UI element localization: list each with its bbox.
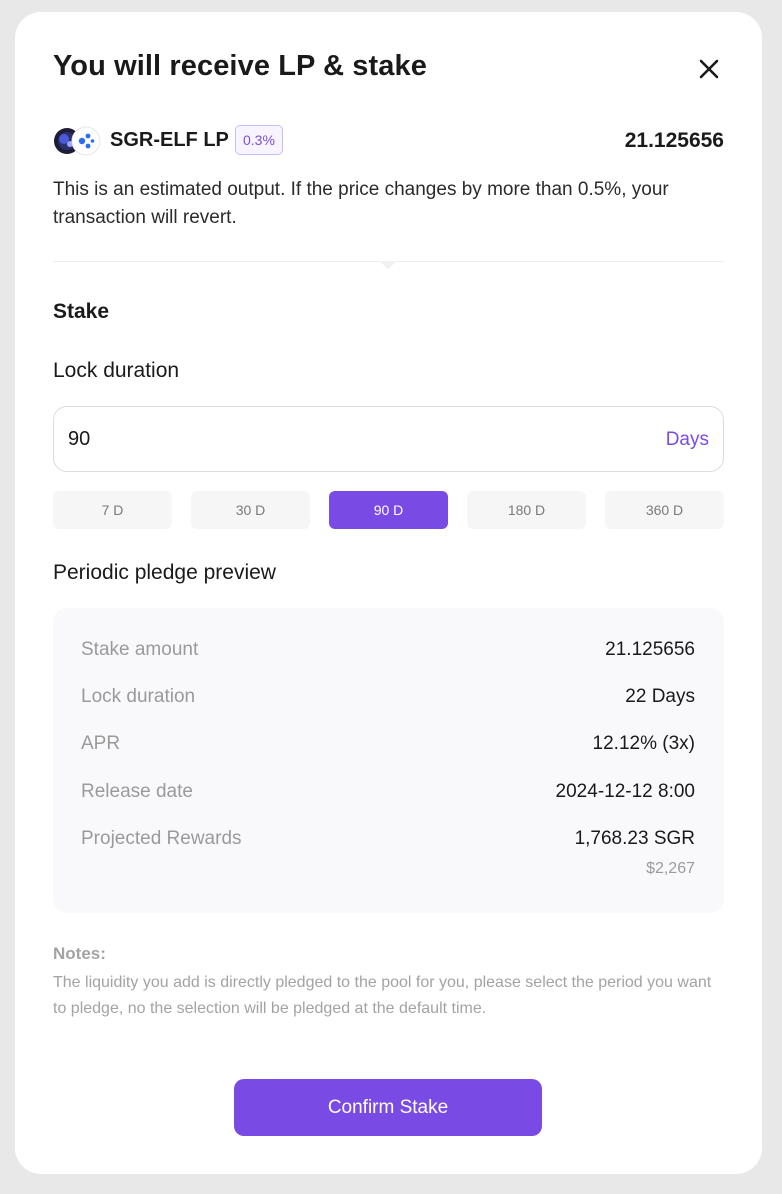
lock-duration-input[interactable]: 90 Days xyxy=(53,406,724,472)
preview-row-apr: APR 12.12% (3x) xyxy=(81,733,695,759)
divider-arrow xyxy=(379,261,397,269)
preset-30d-chip[interactable]: 30 D xyxy=(191,491,310,529)
preset-90d-chip[interactable]: 90 D xyxy=(329,491,448,529)
preview-row-release-date: Release date 2024-12-12 8:00 xyxy=(81,781,695,807)
preview-value: 12.12% (3x) xyxy=(592,733,695,754)
preview-title: Periodic pledge preview xyxy=(53,561,276,584)
close-button[interactable] xyxy=(695,55,723,83)
rewards-usd-value: $2,267 xyxy=(646,860,695,877)
fee-tier-badge: 0.3% xyxy=(235,125,283,155)
notes-text: The liquidity you add is directly pledge… xyxy=(53,974,712,1017)
preset-7d-chip[interactable]: 7 D xyxy=(53,491,172,529)
notes-title: Notes: xyxy=(53,944,106,963)
preview-value: 21.125656 xyxy=(605,639,695,660)
lock-duration-value[interactable]: 90 xyxy=(68,428,90,451)
preview-row-projected-rewards: Projected Rewards 1,768.23 SGR $2,267 xyxy=(81,828,695,877)
preview-label: Lock duration xyxy=(81,686,196,707)
close-icon[interactable] xyxy=(695,55,723,83)
modal-title: You will receive LP & stake xyxy=(53,50,427,82)
preset-180d-chip[interactable]: 180 D xyxy=(467,491,586,529)
lock-duration-label: Lock duration xyxy=(53,359,180,382)
preview-value: 22 Days xyxy=(625,686,695,707)
confirm-stake-button[interactable]: Confirm Stake xyxy=(234,1079,542,1136)
preview-row-lock-duration: Lock duration 22 Days xyxy=(81,686,695,712)
elf-token-icon xyxy=(71,126,101,156)
preview-row-stake-amount: Stake amount 21.125656 xyxy=(81,639,695,665)
preview-label: Stake amount xyxy=(81,639,199,660)
preset-360d-chip[interactable]: 360 D xyxy=(605,491,724,529)
lp-output-row: SGR-ELF LP 0.3% 21.125656 xyxy=(53,124,724,156)
estimate-disclaimer: This is an estimated output. If the pric… xyxy=(53,179,669,228)
lp-amount: 21.125656 xyxy=(624,129,724,152)
lock-duration-unit: Days xyxy=(665,429,709,450)
preview-value: 2024-12-12 8:00 xyxy=(555,781,695,802)
stake-modal: You will receive LP & stake SGR-ELF LP 0… xyxy=(15,12,762,1174)
pledge-preview-panel: Stake amount 21.125656 Lock duration 22 … xyxy=(53,608,724,913)
preview-value: 1,768.23 SGR xyxy=(574,828,695,849)
preview-label: APR xyxy=(81,733,121,754)
stake-section-title: Stake xyxy=(53,300,110,323)
preview-label: Release date xyxy=(81,781,193,802)
preview-label: Projected Rewards xyxy=(81,828,242,849)
token-pair-icons xyxy=(53,126,101,156)
duration-presets: 7 D 30 D 90 D 180 D 360 D xyxy=(53,491,724,529)
lp-name: SGR-ELF LP xyxy=(110,129,229,151)
